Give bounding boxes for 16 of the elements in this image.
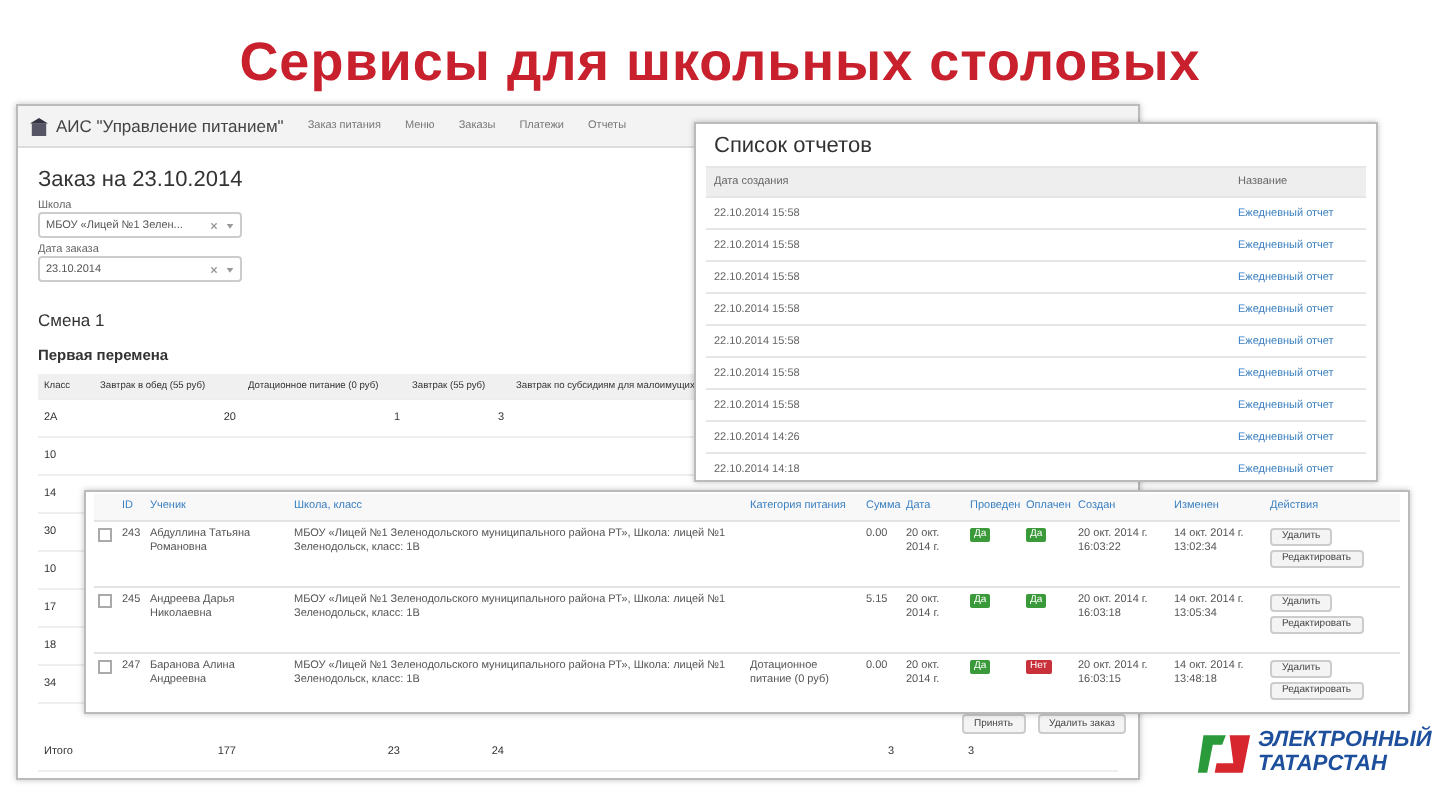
row-checkbox[interactable]: [98, 594, 112, 609]
clear-icon[interactable]: [210, 221, 218, 229]
slide-title: Сервисы для школьных столовых: [237, 30, 1203, 94]
page-title: Заказ на 23.10.2014: [38, 168, 243, 192]
app-title[interactable]: АИС "Управление питанием": [56, 116, 284, 136]
row-checkbox[interactable]: [98, 660, 112, 675]
row-checkbox[interactable]: [98, 528, 112, 543]
logo-text: ЭЛЕКТРОННЫЙ: [1258, 730, 1432, 754]
logo-text: ТАТАРСТАН: [1258, 754, 1389, 778]
caret-icon[interactable]: [226, 221, 234, 229]
window-title: Список отчетов: [714, 134, 872, 158]
shift-title: Смена 1: [38, 310, 105, 330]
logo-icon: [1196, 730, 1252, 778]
clear-icon[interactable]: [210, 265, 218, 273]
caret-icon[interactable]: [226, 265, 234, 273]
building-icon: [30, 117, 48, 135]
